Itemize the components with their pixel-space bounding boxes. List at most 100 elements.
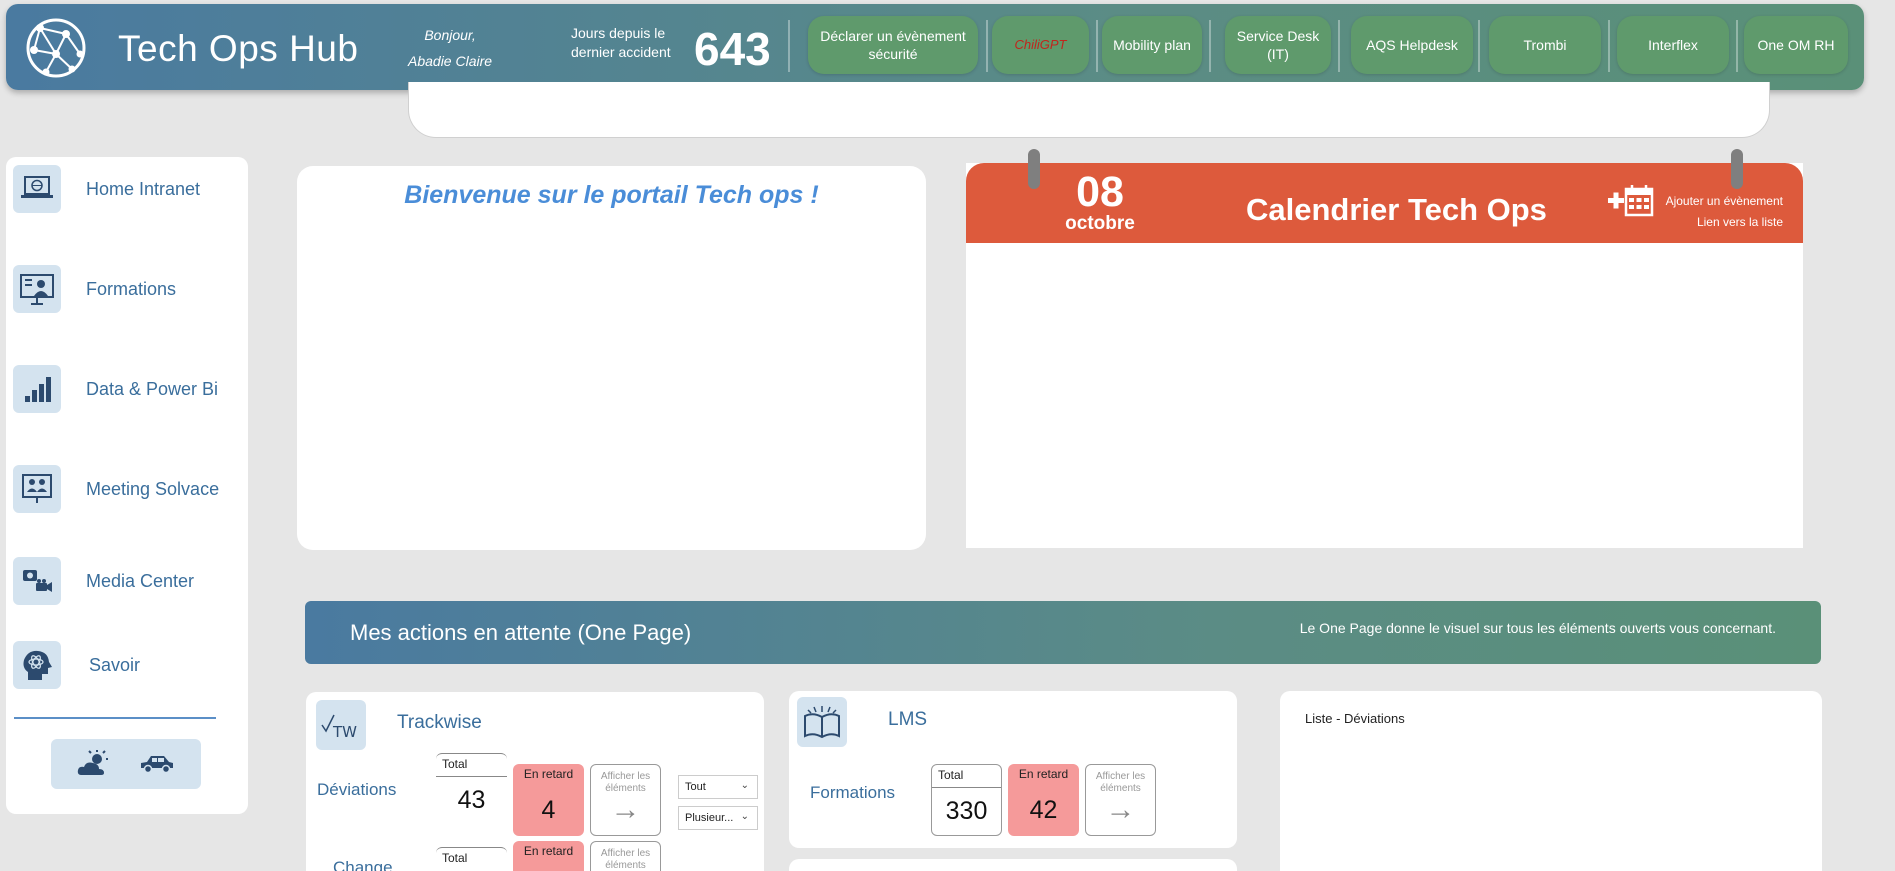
change-label: Change	[333, 858, 393, 871]
bar-chart-icon	[13, 365, 61, 413]
chevron-down-icon: ⌄	[740, 780, 749, 791]
calendar-actions: Ajouter un évènement Lien vers la liste	[1666, 191, 1783, 233]
late-value: 42	[1029, 796, 1058, 824]
late-label: En retard	[523, 767, 574, 781]
total-label: Total	[442, 851, 468, 865]
user-greeting: Bonjour, Abadie Claire	[408, 22, 492, 74]
mobility-plan-button[interactable]: Mobility plan	[1102, 16, 1202, 74]
calendar-day: 08	[1076, 168, 1124, 216]
chevron-down-icon: ⌄	[740, 811, 749, 822]
divider	[1608, 20, 1610, 72]
formations-label: Formations	[810, 783, 896, 802]
sidebar-tools	[51, 739, 201, 789]
late-label: En retard	[1018, 767, 1069, 781]
calendar-header: 08 octobre Calendrier Tech Ops Ajouter u…	[966, 149, 1803, 243]
total-label: Total	[442, 757, 468, 771]
pending-actions-banner: Mes actions en attente (One Page) Le One…	[305, 601, 1821, 664]
app-title: Tech Ops Hub	[118, 28, 359, 69]
trackwise-card: TW Trackwise Déviations Total 43 En reta…	[306, 692, 764, 871]
calendar-month: octobre	[1065, 213, 1135, 234]
camera-icon	[13, 557, 61, 605]
chiligpt-button[interactable]: ChiliGPT	[992, 16, 1089, 74]
total-label: Total	[938, 768, 964, 782]
next-card	[789, 859, 1237, 871]
car-icon[interactable]	[138, 752, 176, 776]
show-items-label: Afficher les éléments	[1095, 771, 1146, 794]
meeting-board-icon	[13, 465, 61, 513]
late-value: 4	[541, 796, 556, 824]
greeting-text: Bonjour,	[424, 27, 476, 43]
divider	[788, 20, 790, 72]
arrow-right-icon: →	[1105, 793, 1136, 826]
deviations-total: Total 43	[436, 753, 507, 815]
welcome-panel: Bienvenue sur le portail Tech ops !	[297, 166, 926, 550]
declare-safety-event-button[interactable]: Déclarer un évènement sécurité	[808, 16, 978, 74]
svg-text:TW: TW	[332, 723, 357, 741]
sidebar-item-data-power-bi[interactable]: Data & Power Bi	[13, 365, 218, 413]
calendar-title: Calendrier Tech Ops	[1246, 192, 1547, 227]
formations-total: Total 330	[931, 764, 1002, 836]
sidebar: Home Intranet Formations Data & Power Bi…	[6, 157, 248, 814]
accident-label-line2: dernier accident	[571, 44, 671, 60]
welcome-text: Bienvenue sur le portail Tech ops !	[404, 181, 819, 209]
deviations-show-items-button[interactable]: Afficher les éléments →	[590, 764, 661, 836]
presentation-icon	[13, 265, 61, 313]
divider	[986, 20, 988, 72]
sidebar-item-label: Data & Power Bi	[86, 378, 219, 399]
sidebar-divider	[14, 717, 216, 719]
deviations-list-title: Liste - Déviations	[1305, 711, 1405, 726]
service-desk-button[interactable]: Service Desk (IT)	[1225, 16, 1331, 74]
user-name: Abadie Claire	[408, 53, 493, 69]
deviations-label: Déviations	[317, 780, 397, 799]
sidebar-item-savoir[interactable]: Savoir	[13, 641, 140, 689]
laptop-globe-icon	[13, 165, 61, 213]
sidebar-item-home-intranet[interactable]: Home Intranet	[13, 165, 200, 213]
divider	[1096, 20, 1098, 72]
list-link[interactable]: Lien vers la liste	[1666, 212, 1783, 233]
total-value: 330	[932, 787, 1001, 826]
trombi-button[interactable]: Trombi	[1489, 16, 1601, 74]
add-event-link[interactable]: Ajouter un évènement	[1666, 191, 1783, 212]
sidebar-item-formations[interactable]: Formations	[13, 265, 176, 313]
accident-label: Jours depuis le dernier accident	[571, 24, 671, 62]
calendar-ring	[1028, 149, 1040, 189]
status-filter-value: Tout	[685, 781, 706, 793]
late-label: En retard	[523, 844, 574, 858]
change-show-items-button[interactable]: Afficher les éléments	[590, 841, 661, 871]
accident-days-count: 643	[694, 23, 771, 75]
aqs-helpdesk-button[interactable]: AQS Helpdesk	[1351, 16, 1473, 74]
formations-late: En retard 42	[1008, 764, 1079, 836]
deviations-late: En retard 4	[513, 764, 584, 836]
sidebar-item-label: Home Intranet	[86, 178, 201, 199]
network-globe-logo-icon	[26, 18, 86, 78]
show-items-label: Afficher les éléments	[600, 771, 651, 794]
sidebar-item-label: Savoir	[89, 654, 141, 675]
category-filter-select[interactable]: Plusieur... ⌄	[678, 806, 758, 830]
trackwise-icon: TW	[316, 700, 366, 750]
one-om-rh-button[interactable]: One OM RH	[1744, 16, 1848, 74]
change-total: Total	[436, 847, 507, 870]
arrow-right-icon: →	[610, 793, 641, 826]
lms-book-icon	[797, 697, 847, 747]
total-value: 43	[436, 776, 507, 815]
divider	[1478, 20, 1480, 72]
interflex-button[interactable]: Interflex	[1617, 16, 1729, 74]
add-calendar-event-icon[interactable]	[1606, 183, 1656, 217]
sidebar-item-meeting-solvace[interactable]: Meeting Solvace	[13, 465, 219, 513]
change-late: En retard	[513, 841, 584, 871]
formations-show-items-button[interactable]: Afficher les éléments →	[1085, 764, 1156, 836]
accident-label-line1: Jours depuis le	[571, 25, 666, 41]
divider	[1209, 20, 1211, 72]
calendar-panel: 08 octobre Calendrier Tech Ops Ajouter u…	[966, 149, 1803, 548]
weather-icon[interactable]	[77, 749, 111, 779]
status-filter-select[interactable]: Tout ⌄	[678, 775, 758, 799]
pending-actions-title: Mes actions en attente (One Page)	[350, 620, 692, 645]
category-filter-value: Plusieur...	[685, 812, 734, 824]
sidebar-item-media-center[interactable]: Media Center	[13, 557, 194, 605]
sidebar-item-label: Formations	[86, 278, 177, 299]
lms-title: LMS	[888, 709, 928, 730]
sidebar-item-label: Media Center	[86, 570, 195, 591]
header-dropdown-panel	[408, 82, 1770, 138]
trackwise-title: Trackwise	[397, 712, 482, 733]
deviations-list-card: Liste - Déviations	[1280, 691, 1822, 871]
